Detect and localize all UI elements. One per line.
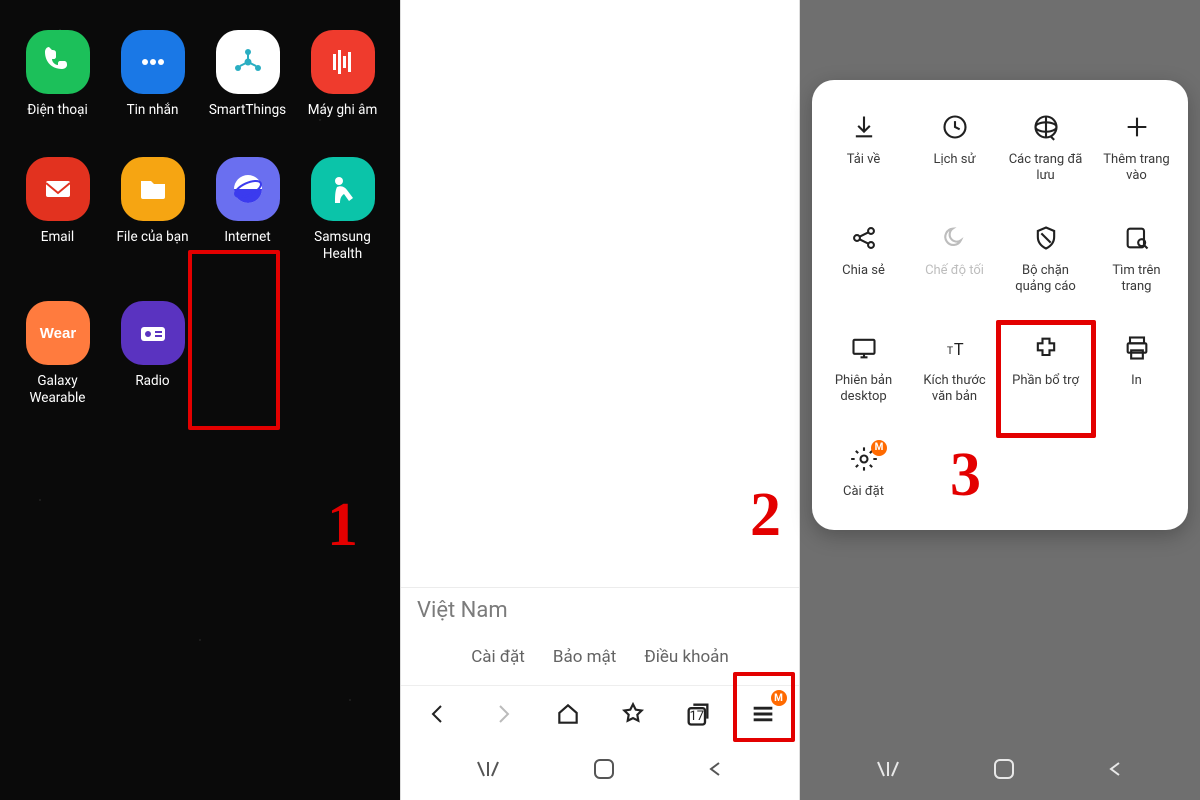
tool-history[interactable]: Lịch sử (909, 110, 1000, 185)
tool-label: Cài đặt (843, 484, 884, 500)
highlight-box-step3 (996, 320, 1096, 438)
savedpages-icon (1029, 110, 1063, 144)
tool-plus[interactable]: Thêm trang vào (1091, 110, 1182, 185)
textsize-icon: TT (938, 331, 972, 365)
tool-settings[interactable]: M Cài đặt (818, 442, 909, 500)
phone-icon (26, 30, 90, 94)
footer-link[interactable]: Bảo mật (553, 647, 616, 667)
app-email[interactable]: Email (10, 157, 105, 263)
app-chat[interactable]: Tin nhắn (105, 30, 200, 119)
back-key[interactable] (1106, 760, 1124, 778)
browser-body (401, 0, 799, 587)
app-label: SmartThings (209, 102, 286, 119)
step-number-1: 1 (327, 490, 358, 561)
footer-link[interactable]: Điều khoản (644, 647, 728, 667)
tool-label: Bộ chặn quảng cáo (1015, 263, 1076, 296)
panel-app-drawer: Điện thoại Tin nhắn SmartThings Máy ghi âm E… (0, 0, 400, 800)
internet-icon (216, 157, 280, 221)
moon-icon (938, 221, 972, 255)
tool-label: Tìm trên trang (1112, 263, 1160, 296)
app-label: Máy ghi âm (308, 102, 378, 119)
system-nav-bar (401, 744, 799, 800)
find-icon (1120, 221, 1154, 255)
app-radio[interactable]: Radio (105, 301, 200, 407)
panel-tools-menu: Tải về Lịch sử Các trang đã lưu Thêm trang … (800, 0, 1200, 800)
tool-label: Chế độ tối (925, 263, 984, 279)
step-number-2: 2 (750, 480, 781, 551)
shield-icon (1029, 221, 1063, 255)
download-icon (847, 110, 881, 144)
smartthings-icon (216, 30, 280, 94)
bookmark-button[interactable] (613, 694, 653, 734)
app-label: Samsung Health (314, 229, 371, 263)
app-phone[interactable]: Điện thoại (10, 30, 105, 119)
health-icon (311, 157, 375, 221)
email-icon (26, 157, 90, 221)
app-label: Galaxy Wearable (30, 373, 86, 407)
files-icon (121, 157, 185, 221)
home-button[interactable] (548, 694, 588, 734)
app-smartthings[interactable]: SmartThings (200, 30, 295, 119)
tool-print[interactable]: In (1091, 331, 1182, 406)
footer-link[interactable]: Cài đặt (471, 647, 525, 667)
tool-shield[interactable]: Bộ chặn quảng cáo (1000, 221, 1091, 296)
tools-grid: Tải về Lịch sử Các trang đã lưu Thêm trang … (818, 110, 1182, 500)
forward-button[interactable] (483, 694, 523, 734)
app-recorder[interactable]: Máy ghi âm (295, 30, 390, 119)
tool-download[interactable]: Tải về (818, 110, 909, 185)
plus-icon (1120, 110, 1154, 144)
home-key[interactable] (593, 758, 615, 780)
tool-label: Tải về (847, 152, 881, 168)
recents-key[interactable] (476, 760, 502, 778)
tools-sheet: Tải về Lịch sử Các trang đã lưu Thêm trang … (812, 80, 1188, 530)
app-health[interactable]: Samsung Health (295, 157, 390, 263)
history-icon (938, 110, 972, 144)
tool-desktop[interactable]: Phiên bản desktop (818, 331, 909, 406)
app-label: File của bạn (116, 229, 188, 246)
app-files[interactable]: File của bạn (105, 157, 200, 263)
back-key[interactable] (706, 760, 724, 778)
region-label: Việt Nam (401, 587, 799, 633)
tool-label: Kích thước văn bản (923, 373, 985, 406)
tool-label: Lịch sử (933, 152, 975, 168)
tool-savedpages[interactable]: Các trang đã lưu (1000, 110, 1091, 185)
panel-browser: Việt Nam 2 Cài đặtBảo mậtĐiều khoản 17 M (400, 0, 800, 800)
app-label: Tin nhắn (127, 102, 179, 119)
tool-share[interactable]: Chia sẻ (818, 221, 909, 296)
app-internet[interactable]: Internet (200, 157, 295, 263)
app-label: Email (41, 229, 74, 246)
app-label: Internet (224, 229, 270, 246)
recents-key[interactable] (876, 760, 902, 778)
share-icon (847, 221, 881, 255)
desktop-icon (847, 331, 881, 365)
svg-text:T: T (946, 344, 953, 357)
tool-label: Chia sẻ (842, 263, 885, 279)
tab-count: 17 (690, 709, 705, 724)
svg-text:Wear: Wear (39, 325, 76, 342)
svg-text:T: T (953, 340, 963, 359)
tool-badge: M (871, 440, 887, 456)
print-icon (1120, 331, 1154, 365)
tool-label: Thêm trang vào (1103, 152, 1169, 185)
tool-label: Phiên bản desktop (835, 373, 892, 406)
chat-icon (121, 30, 185, 94)
home-key[interactable] (993, 758, 1015, 780)
tabs-button[interactable]: 17 (678, 694, 718, 734)
radio-icon (121, 301, 185, 365)
tool-moon[interactable]: Chế độ tối (909, 221, 1000, 296)
tool-label: Các trang đã lưu (1009, 152, 1083, 185)
tool-textsize[interactable]: TT Kích thước văn bản (909, 331, 1000, 406)
app-wear[interactable]: Wear Galaxy Wearable (10, 301, 105, 407)
back-button[interactable] (418, 694, 458, 734)
tool-find[interactable]: Tìm trên trang (1091, 221, 1182, 296)
highlight-box-step1 (188, 250, 280, 430)
system-nav-bar (800, 744, 1200, 800)
wear-icon: Wear (26, 301, 90, 365)
highlight-box-step2 (733, 672, 795, 742)
step-number-3: 3 (950, 440, 981, 511)
recorder-icon (311, 30, 375, 94)
tool-label: In (1131, 373, 1142, 389)
app-label: Radio (135, 373, 169, 390)
app-label: Điện thoại (27, 102, 87, 119)
